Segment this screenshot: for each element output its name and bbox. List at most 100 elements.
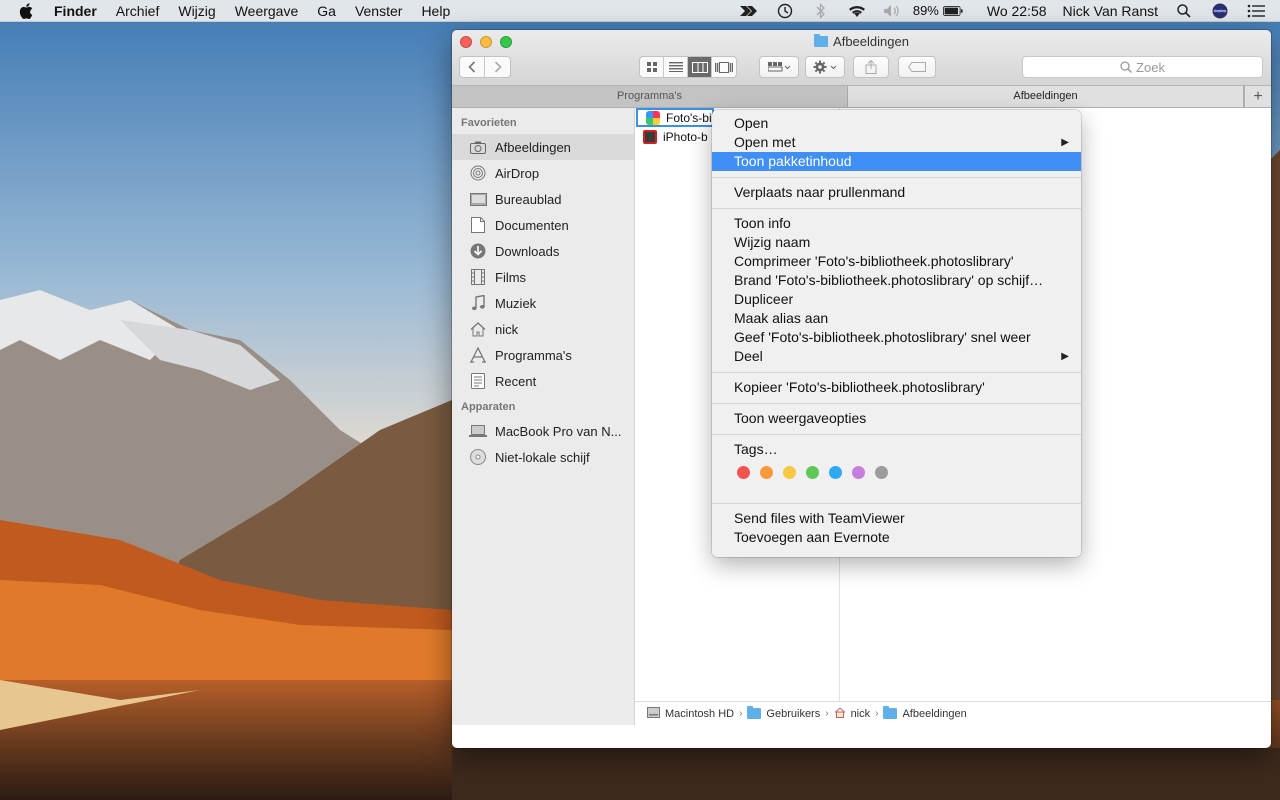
gallery-view-button[interactable] <box>712 57 736 77</box>
search-field[interactable]: Zoek <box>1022 56 1263 78</box>
menu-ga[interactable]: Ga <box>317 3 336 19</box>
camera-icon <box>469 139 487 155</box>
menu-item-copy[interactable]: Kopieer 'Foto's-bibliotheek.photoslibrar… <box>712 378 1081 397</box>
sidebar-item-label: Programma's <box>495 347 572 363</box>
menu-item-compress[interactable]: Comprimeer 'Foto's-bibliotheek.photoslib… <box>712 252 1081 271</box>
menu-item-teamviewer[interactable]: Send files with TeamViewer <box>712 509 1081 528</box>
siri-icon[interactable] <box>1210 3 1230 19</box>
sidebar-item-label: AirDrop <box>495 165 540 181</box>
menu-item-duplicate[interactable]: Dupliceer <box>712 290 1081 309</box>
path-bar: Macintosh HD › Gebruikers › nick › Afbee… <box>635 701 1271 725</box>
sidebar-item-airdrop[interactable]: AirDrop <box>452 160 634 186</box>
chevron-left-icon <box>468 61 476 73</box>
tag-gray-dot[interactable] <box>875 465 888 479</box>
bluetooth-icon[interactable] <box>811 2 831 19</box>
tag-green-dot[interactable] <box>806 465 819 479</box>
icon-view-button[interactable] <box>640 57 664 77</box>
tag-icon <box>908 62 926 72</box>
menu-item-get-info[interactable]: Toon info <box>712 214 1081 233</box>
sidebar-item-downloads[interactable]: Downloads <box>452 238 634 264</box>
menu-finder[interactable]: Finder <box>54 3 97 19</box>
share-icon <box>865 60 877 74</box>
menu-wijzig[interactable]: Wijzig <box>178 3 215 19</box>
tag-yellow-dot[interactable] <box>783 465 796 479</box>
wifi-icon[interactable] <box>847 3 867 19</box>
arrange-button[interactable] <box>759 56 799 78</box>
menu-item-move-to-trash[interactable]: Verplaats naar prullenmand <box>712 183 1081 202</box>
volume-icon[interactable] <box>883 3 903 19</box>
view-mode-switcher <box>639 56 737 78</box>
tag-orange-dot[interactable] <box>760 465 773 479</box>
sidebar-item-remote-disc[interactable]: Niet-lokale schijf <box>452 444 634 470</box>
tags-button[interactable] <box>898 56 936 78</box>
navigation-buttons <box>459 56 511 78</box>
menubar-user[interactable]: Nick Van Ranst <box>1063 3 1158 19</box>
menu-help[interactable]: Help <box>421 3 450 19</box>
path-item-afbeeldingen[interactable]: Afbeeldingen <box>902 708 966 720</box>
back-button[interactable] <box>460 57 485 77</box>
menubar-clock[interactable]: Wo 22:58 <box>987 3 1047 19</box>
spotlight-search-icon[interactable] <box>1174 3 1194 19</box>
sidebar-item-nick[interactable]: nick <box>452 316 634 342</box>
battery-icon[interactable] <box>942 3 963 19</box>
action-button[interactable] <box>805 56 845 78</box>
submenu-arrow-icon: ▶ <box>1061 137 1069 148</box>
sidebar-item-bureaublad[interactable]: Bureaublad <box>452 186 634 212</box>
home-icon <box>834 706 846 721</box>
share-button[interactable] <box>853 56 889 78</box>
window-title-text: Afbeeldingen <box>833 34 909 49</box>
sidebar-heading-favorites: Favorieten <box>461 117 517 129</box>
forward-button[interactable] <box>485 57 510 77</box>
time-machine-icon[interactable] <box>775 3 795 19</box>
menu-venster[interactable]: Venster <box>355 3 402 19</box>
tag-red-dot[interactable] <box>737 465 750 479</box>
sidebar-item-muziek[interactable]: Muziek <box>452 290 634 316</box>
menu-item-rename[interactable]: Wijzig naam <box>712 233 1081 252</box>
sidebar-item-macbook[interactable]: MacBook Pro van N... <box>452 418 634 444</box>
menu-item-tags[interactable]: Tags… <box>712 440 1081 459</box>
tab-programmas[interactable]: Programma's <box>452 86 848 107</box>
cover-flow-icon <box>715 61 733 73</box>
new-tab-button[interactable]: + <box>1244 86 1271 107</box>
column-view-button[interactable] <box>688 57 712 77</box>
notification-center-icon[interactable] <box>1246 3 1266 19</box>
menu-archief[interactable]: Archief <box>116 3 160 19</box>
menu-item-share[interactable]: Deel ▶ <box>712 347 1081 366</box>
tab-bar: Programma's Afbeeldingen + <box>452 86 1271 108</box>
menu-item-make-alias[interactable]: Maak alias aan <box>712 309 1081 328</box>
hard-drive-icon <box>647 706 660 721</box>
window-titlebar[interactable]: Afbeeldingen Zoek <box>452 30 1271 86</box>
sidebar-item-programmas[interactable]: Programma's <box>452 342 634 368</box>
tab-afbeeldingen[interactable]: Afbeeldingen <box>848 86 1244 107</box>
list-view-button[interactable] <box>664 57 688 77</box>
download-icon <box>469 243 487 259</box>
menu-item-open[interactable]: Open <box>712 114 1081 133</box>
tag-purple-dot[interactable] <box>852 465 865 479</box>
teamviewer-icon[interactable] <box>739 3 759 19</box>
menu-item-burn[interactable]: Brand 'Foto's-bibliotheek.photoslibrary'… <box>712 271 1081 290</box>
search-icon <box>1120 61 1133 73</box>
sidebar-item-afbeeldingen[interactable]: Afbeeldingen <box>452 134 634 160</box>
sidebar-item-documenten[interactable]: Documenten <box>452 212 634 238</box>
columns-icon <box>691 61 708 73</box>
menu-separator <box>712 503 1081 504</box>
file-item-label: Foto's-bi <box>666 110 712 125</box>
menu-item-show-package-contents[interactable]: Toon pakketinhoud <box>712 152 1081 171</box>
menu-bar: Finder Archief Wijzig Weergave Ga Venste… <box>0 0 1280 22</box>
path-item-gebruikers[interactable]: Gebruikers <box>766 708 820 720</box>
menu-separator <box>712 208 1081 209</box>
tag-blue-dot[interactable] <box>829 465 842 479</box>
menu-item-quick-look[interactable]: Geef 'Foto's-bibliotheek.photoslibrary' … <box>712 328 1081 347</box>
gear-icon <box>813 60 837 74</box>
file-item-photos-library[interactable]: Foto's-bi <box>636 108 714 127</box>
path-item-macintosh-hd[interactable]: Macintosh HD <box>665 708 734 720</box>
menu-item-evernote[interactable]: Toevoegen aan Evernote <box>712 528 1081 547</box>
search-placeholder: Zoek <box>1136 59 1165 75</box>
path-item-nick[interactable]: nick <box>851 708 871 720</box>
menu-weergave[interactable]: Weergave <box>235 3 299 19</box>
sidebar-item-recent[interactable]: Recent <box>452 368 634 394</box>
menu-item-open-with[interactable]: Open met ▶ <box>712 133 1081 152</box>
menu-item-view-options[interactable]: Toon weergaveopties <box>712 409 1081 428</box>
apple-menu-icon[interactable] <box>18 2 34 19</box>
sidebar-item-films[interactable]: Films <box>452 264 634 290</box>
